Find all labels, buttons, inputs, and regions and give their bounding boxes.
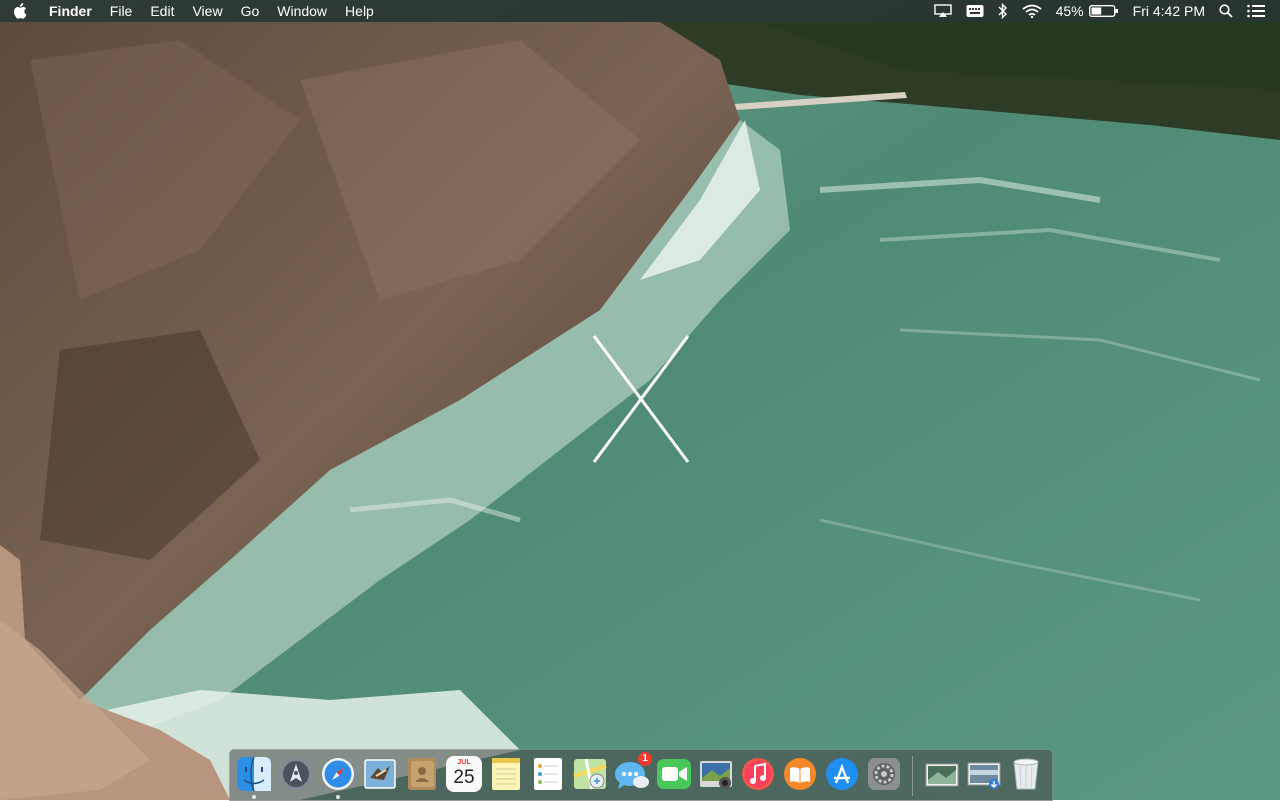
messages-icon[interactable]: 1 <box>614 752 652 792</box>
messages-badge: 1 <box>638 752 652 766</box>
bluetooth-icon[interactable] <box>991 0 1015 22</box>
battery-percent: 45% <box>1055 3 1084 19</box>
notification-center-icon[interactable] <box>1240 0 1272 22</box>
reminders-icon[interactable] <box>530 756 566 792</box>
menu-bar: Finder File Edit View Go Window Help 45%… <box>0 0 1280 22</box>
dock: JUL 25 1 <box>229 749 1053 801</box>
launchpad-icon[interactable] <box>278 756 314 792</box>
clock-text: Fri 4:42 PM <box>1132 3 1205 19</box>
os-x-logo <box>592 335 690 463</box>
menu-window[interactable]: Window <box>268 0 336 22</box>
menu-view[interactable]: View <box>183 0 231 22</box>
safari-icon[interactable] <box>320 756 356 792</box>
menu-file[interactable]: File <box>101 0 142 22</box>
system-preferences-icon[interactable] <box>866 756 902 792</box>
calendar-month: JUL <box>457 759 471 766</box>
itunes-icon[interactable] <box>740 756 776 792</box>
safari-running-indicator <box>336 795 340 799</box>
maps-icon[interactable] <box>572 756 608 792</box>
calendar-icon[interactable]: JUL 25 <box>446 756 482 792</box>
ibooks-icon[interactable] <box>782 756 818 792</box>
finder-icon[interactable] <box>236 756 272 792</box>
app-menu-finder[interactable]: Finder <box>40 0 101 22</box>
keyboard-input-icon[interactable] <box>959 0 991 22</box>
airplay-icon[interactable] <box>927 0 959 22</box>
photo-booth-icon[interactable] <box>698 756 734 792</box>
battery-status[interactable]: 45% <box>1049 0 1126 22</box>
mail-icon[interactable] <box>362 756 398 792</box>
contacts-icon[interactable] <box>404 756 440 792</box>
wifi-icon[interactable] <box>1015 0 1049 22</box>
clock[interactable]: Fri 4:42 PM <box>1126 0 1212 22</box>
finder-running-indicator <box>252 795 256 799</box>
trash-icon[interactable] <box>1008 756 1044 792</box>
calendar-day: 25 <box>453 767 475 788</box>
menu-edit[interactable]: Edit <box>141 0 183 22</box>
spotlight-search-icon[interactable] <box>1212 0 1240 22</box>
notes-icon[interactable] <box>488 756 524 792</box>
desktop <box>0 0 1280 800</box>
apple-icon[interactable] <box>0 0 40 22</box>
menu-go[interactable]: Go <box>232 0 269 22</box>
menu-help[interactable]: Help <box>336 0 383 22</box>
documents-stack-icon[interactable] <box>924 756 960 792</box>
app-store-icon[interactable] <box>824 756 860 792</box>
battery-icon <box>1088 5 1118 17</box>
dock-separator <box>912 756 913 796</box>
facetime-icon[interactable] <box>656 756 692 792</box>
downloads-stack-icon[interactable] <box>966 756 1002 792</box>
